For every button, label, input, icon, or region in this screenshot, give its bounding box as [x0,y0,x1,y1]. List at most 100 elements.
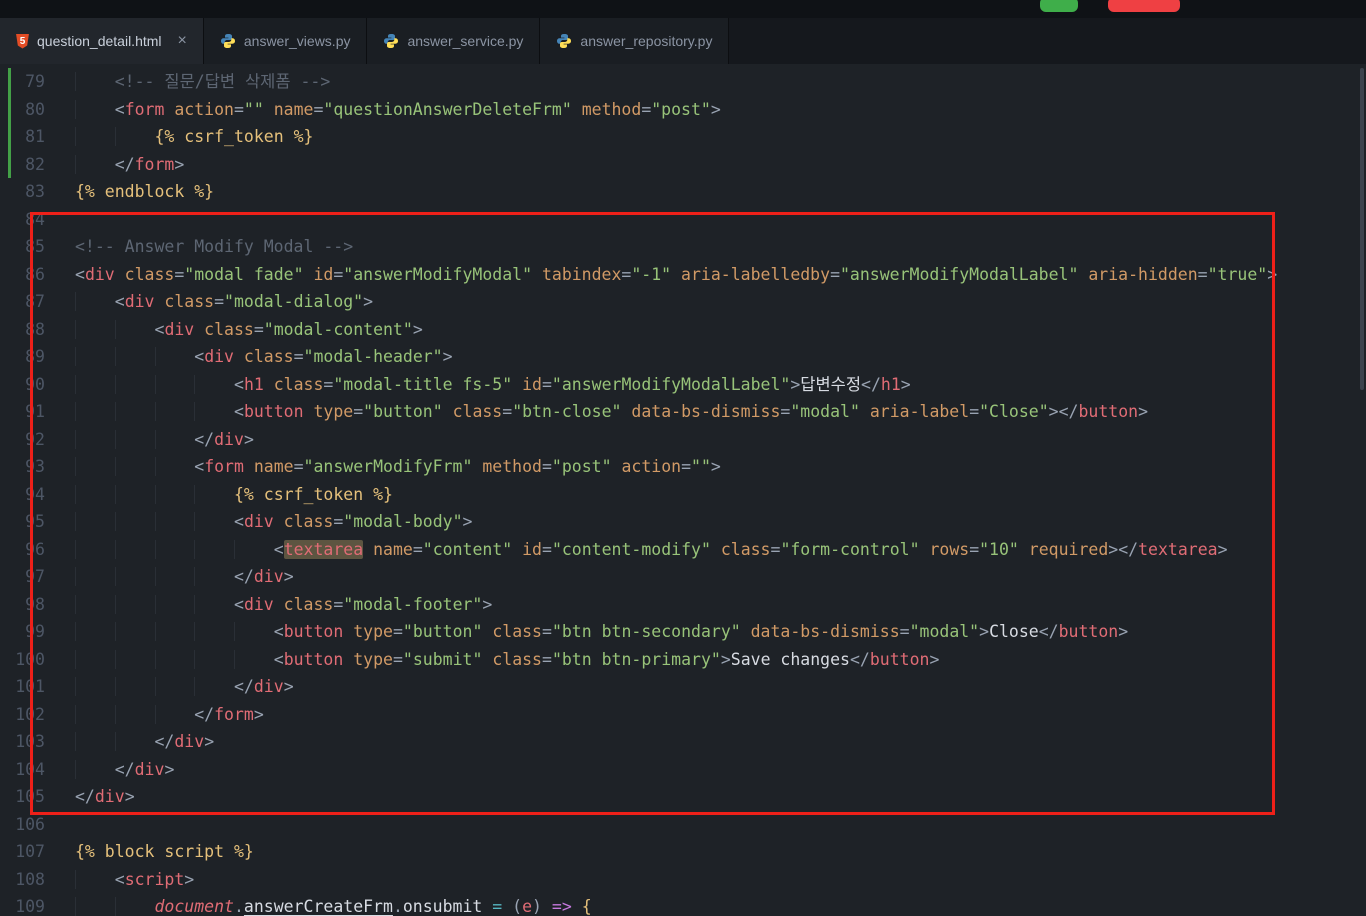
code-text: <button type="button" class="btn btn-sec… [75,618,1128,646]
line-number: 80 [25,99,45,119]
code-text: </div> [75,728,215,756]
line-number: 82 [25,154,45,174]
code-text: </div> [75,756,175,784]
tab-answer_service.py[interactable]: answer_service.py [367,18,541,64]
line-number: 87 [25,292,45,311]
git-change-marker [8,68,11,96]
code-text: <form name="answerModifyFrm" method="pos… [75,453,721,481]
code-text: <button type="button" class="btn-close" … [75,398,1148,426]
line-number: 93 [25,457,45,476]
line-number: 104 [15,759,45,779]
code-text: {% csrf_token %} [75,481,393,509]
code-line[interactable]: 98 <div class="modal-footer"> [0,591,1366,619]
git-change-marker [8,123,11,151]
code-text: <script> [75,866,194,894]
line-number: 96 [25,539,45,559]
code-line[interactable]: 105 </div> [0,783,1366,811]
line-number: 81 [25,127,45,146]
editor-pane[interactable]: 79 <!-- 질문/답변 삭제폼 --> 80 <form action="" … [0,64,1366,916]
code-line[interactable]: 106 [0,811,1366,839]
line-number: 101 [15,677,45,696]
code-line[interactable]: 99 <button type="button" class="btn btn-… [0,618,1366,646]
code-line[interactable]: 82 </form> [0,150,1366,179]
python-icon [220,33,236,49]
code-text: <form action="" name="questionAnswerDele… [75,96,721,124]
line-number: 102 [15,704,45,724]
tab-label: question_detail.html [37,33,162,49]
code-line[interactable]: 81 {% csrf_token %} [0,123,1366,151]
scrollbar-thumb[interactable] [1360,68,1364,390]
line-number: 84 [25,209,45,229]
code-line[interactable]: 108 <script> [0,866,1366,894]
code-line[interactable]: 93 <form name="answerModifyFrm" method="… [0,453,1366,481]
code-text: <div class="modal fade" id="answerModify… [75,264,1278,284]
code-text: </form> [75,701,264,729]
code-line[interactable]: 109 document.answerCreateFrm.onsubmit = … [0,893,1366,916]
tab-close-button[interactable]: × [178,33,187,49]
code-text: <!-- Answer Modify Modal --> [75,237,354,256]
tab-answer_repository.py[interactable]: answer_repository.py [540,18,730,64]
code-text: {% endblock %} [75,182,215,201]
code-line[interactable]: 87 <div class="modal-dialog"> [0,288,1366,316]
line-number: 91 [25,402,45,421]
code-line[interactable]: 102 </form> [0,701,1366,729]
line-number: 103 [15,732,45,751]
line-number: 83 [25,182,45,201]
code-text: <div class="modal-body"> [75,508,472,536]
code-text: <div class="modal-header"> [75,343,452,371]
code-line[interactable]: 94 {% csrf_token %} [0,481,1366,509]
html-icon: 5 [16,33,29,49]
tab-label: answer_repository.py [580,33,713,49]
line-number: 88 [25,319,45,339]
code-text: <textarea name="content" id="content-mod… [75,536,1228,564]
code-text: </form> [75,151,185,179]
line-number: 99 [25,622,45,641]
line-number: 92 [25,429,45,449]
python-icon [556,33,572,49]
code-text: <div class="modal-dialog"> [75,288,373,316]
code-line[interactable]: 91 <button type="button" class="btn-clos… [0,398,1366,426]
tab-bar: 5 question_detail.html × answer_views.py ans… [0,18,1366,64]
line-number: 94 [25,484,45,504]
code-line[interactable]: 88 <div class="modal-content"> [0,316,1366,344]
git-change-marker [8,150,11,178]
code-line[interactable]: 85 <!-- Answer Modify Modal --> [0,233,1366,261]
code-text: {% block script %} [75,842,254,861]
code-text: </div> [75,787,135,806]
code-text: </div> [75,426,254,454]
line-number: 108 [15,869,45,889]
code-line[interactable]: 101 </div> [0,673,1366,701]
stop-button[interactable] [1108,0,1180,12]
tab-answer_views.py[interactable]: answer_views.py [203,18,368,64]
code-line[interactable]: 103 </div> [0,728,1366,756]
line-number: 109 [15,897,45,916]
code-line[interactable]: 80 <form action="" name="questionAnswerD… [0,95,1366,124]
code-line[interactable]: 97 </div> [0,563,1366,591]
code-line[interactable]: 92 </div> [0,426,1366,454]
code-line[interactable]: 84 [0,206,1366,234]
tab-label: answer_views.py [243,33,351,49]
run-button[interactable] [1040,0,1078,12]
git-change-marker [8,95,11,123]
code-line[interactable]: 89 <div class="modal-header"> [0,343,1366,371]
line-number: 79 [25,72,45,91]
code-line[interactable]: 96 <textarea name="content" id="content-… [0,536,1366,564]
tab-question_detail.html[interactable]: 5 question_detail.html × [0,18,204,64]
line-number: 107 [15,842,45,861]
line-number: 89 [25,347,45,366]
code-line[interactable]: 107 {% block script %} [0,838,1366,866]
code-line[interactable]: 104 </div> [0,756,1366,784]
code-text: <h1 class="modal-title fs-5" id="answerM… [75,371,911,399]
code-line[interactable]: 86 <div class="modal fade" id="answerModi… [0,261,1366,289]
code-line[interactable]: 83 {% endblock %} [0,178,1366,206]
tab-label: answer_service.py [407,33,524,49]
code-area: 79 <!-- 질문/답변 삭제폼 --> 80 <form action="" … [0,68,1366,916]
code-line[interactable]: 95 <div class="modal-body"> [0,508,1366,536]
code-line[interactable]: 79 <!-- 질문/답변 삭제폼 --> [0,68,1366,96]
line-number: 86 [25,264,45,284]
code-line[interactable]: 90 <h1 class="modal-title fs-5" id="answ… [0,371,1366,399]
code-text: <div class="modal-content"> [75,316,423,344]
code-text: document.answerCreateFrm.onsubmit = (e) … [75,893,592,916]
python-icon [383,33,399,49]
code-line[interactable]: 100 <button type="submit" class="btn btn… [0,646,1366,674]
